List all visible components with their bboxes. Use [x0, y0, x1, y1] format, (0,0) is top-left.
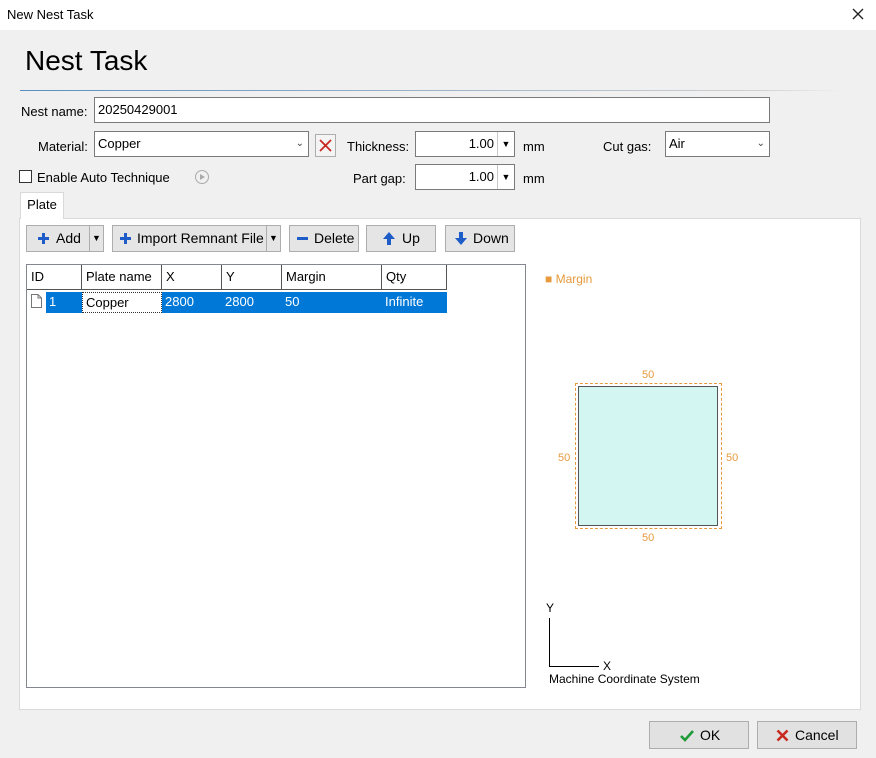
margin-right-label: 50	[726, 452, 739, 464]
delete-button[interactable]: Delete	[289, 225, 359, 252]
y-axis-line	[549, 618, 550, 667]
legend-swatch-icon: ■	[545, 272, 553, 286]
import-remnant-label: Import Remnant File	[137, 230, 264, 246]
x-axis-label: X	[603, 659, 612, 673]
nest-name-label: Nest name:	[21, 104, 88, 119]
part-gap-label: Part gap:	[353, 171, 406, 186]
plus-icon	[38, 233, 49, 244]
part-gap-input[interactable]: 1.00 ▼	[415, 164, 515, 190]
arrow-down-icon	[455, 232, 467, 245]
import-remnant-button[interactable]: Import Remnant File ▼	[112, 225, 281, 252]
column-header-margin[interactable]: Margin	[282, 265, 382, 290]
material-value: Copper	[98, 136, 141, 151]
cell-plate-name[interactable]: Copper	[82, 292, 162, 313]
thickness-unit: mm	[523, 139, 545, 154]
column-header-qty[interactable]: Qty	[382, 265, 447, 290]
close-icon[interactable]	[848, 4, 868, 24]
margin-outline	[575, 383, 722, 529]
cut-gas-label: Cut gas:	[603, 139, 652, 154]
y-axis-label: Y	[546, 601, 555, 615]
cancel-label: Cancel	[795, 727, 839, 743]
thickness-value: 1.00	[468, 136, 494, 151]
spinner-dropdown-icon[interactable]: ▼	[497, 165, 514, 189]
column-header-x[interactable]: X	[162, 265, 222, 290]
part-gap-unit: mm	[523, 171, 545, 186]
cell-id[interactable]: 1	[46, 292, 82, 313]
add-dropdown-icon[interactable]: ▼	[89, 226, 103, 251]
column-header-plate-name[interactable]: Plate name	[82, 265, 162, 290]
title-bar: New Nest Task	[0, 0, 876, 30]
auto-technique-checkbox[interactable]	[19, 170, 32, 183]
spinner-dropdown-icon[interactable]: ▼	[497, 132, 514, 156]
minus-icon	[297, 237, 308, 240]
material-select[interactable]: Copper ⌄	[94, 131, 309, 157]
chevron-down-icon: ⌄	[756, 138, 765, 149]
part-gap-value: 1.00	[468, 169, 494, 184]
margin-bottom-label: 50	[642, 532, 655, 544]
delete-label: Delete	[314, 230, 355, 246]
ok-button[interactable]: OK	[649, 721, 749, 749]
cancel-button[interactable]: Cancel	[757, 721, 857, 749]
x-axis-line	[549, 666, 599, 667]
coordinate-system-caption: Machine Coordinate System	[549, 672, 700, 686]
cut-gas-select[interactable]: Air ⌄	[665, 131, 770, 157]
chevron-down-icon: ⌄	[295, 138, 304, 149]
margin-legend: ■ Margin	[545, 272, 592, 286]
down-button[interactable]: Down	[445, 225, 515, 252]
ok-label: OK	[700, 727, 721, 743]
margin-top-label: 50	[642, 369, 655, 381]
column-header-id[interactable]: ID	[27, 265, 82, 290]
cell-qty[interactable]: Infinite	[382, 292, 447, 313]
down-label: Down	[473, 230, 509, 246]
add-label: Add	[56, 230, 81, 246]
up-label: Up	[402, 230, 420, 246]
clear-material-button[interactable]	[315, 134, 336, 157]
arrow-up-icon	[383, 232, 395, 245]
auto-technique-label: Enable Auto Technique	[37, 170, 170, 185]
import-dropdown-icon[interactable]: ▼	[266, 226, 280, 251]
cell-margin[interactable]: 50	[282, 292, 382, 313]
thickness-input[interactable]: 1.00 ▼	[415, 131, 515, 157]
column-header-y[interactable]: Y	[222, 265, 282, 290]
cell-y[interactable]: 2800	[222, 292, 282, 313]
cut-gas-value: Air	[669, 136, 685, 151]
heading-divider	[20, 90, 840, 91]
margin-left-label: 50	[558, 452, 571, 464]
legend-label: Margin	[555, 272, 593, 286]
cell-x[interactable]: 2800	[162, 292, 222, 313]
close-red-icon	[319, 139, 332, 152]
document-icon	[31, 294, 42, 308]
play-icon[interactable]	[195, 170, 209, 184]
plus-icon	[120, 233, 131, 244]
material-label: Material:	[38, 139, 88, 154]
plate-table: ID Plate name X Y Margin Qty 1 Copper 28…	[26, 264, 526, 688]
thickness-label: Thickness:	[347, 139, 410, 154]
nest-name-input[interactable]: 20250429001	[94, 97, 770, 123]
check-icon	[680, 730, 694, 742]
up-button[interactable]: Up	[366, 225, 436, 252]
page-title: Nest Task	[25, 45, 148, 76]
window-title: New Nest Task	[7, 7, 94, 22]
tab-plate[interactable]: Plate	[20, 192, 64, 219]
close-red-icon	[776, 729, 789, 742]
add-button[interactable]: Add ▼	[26, 225, 104, 252]
